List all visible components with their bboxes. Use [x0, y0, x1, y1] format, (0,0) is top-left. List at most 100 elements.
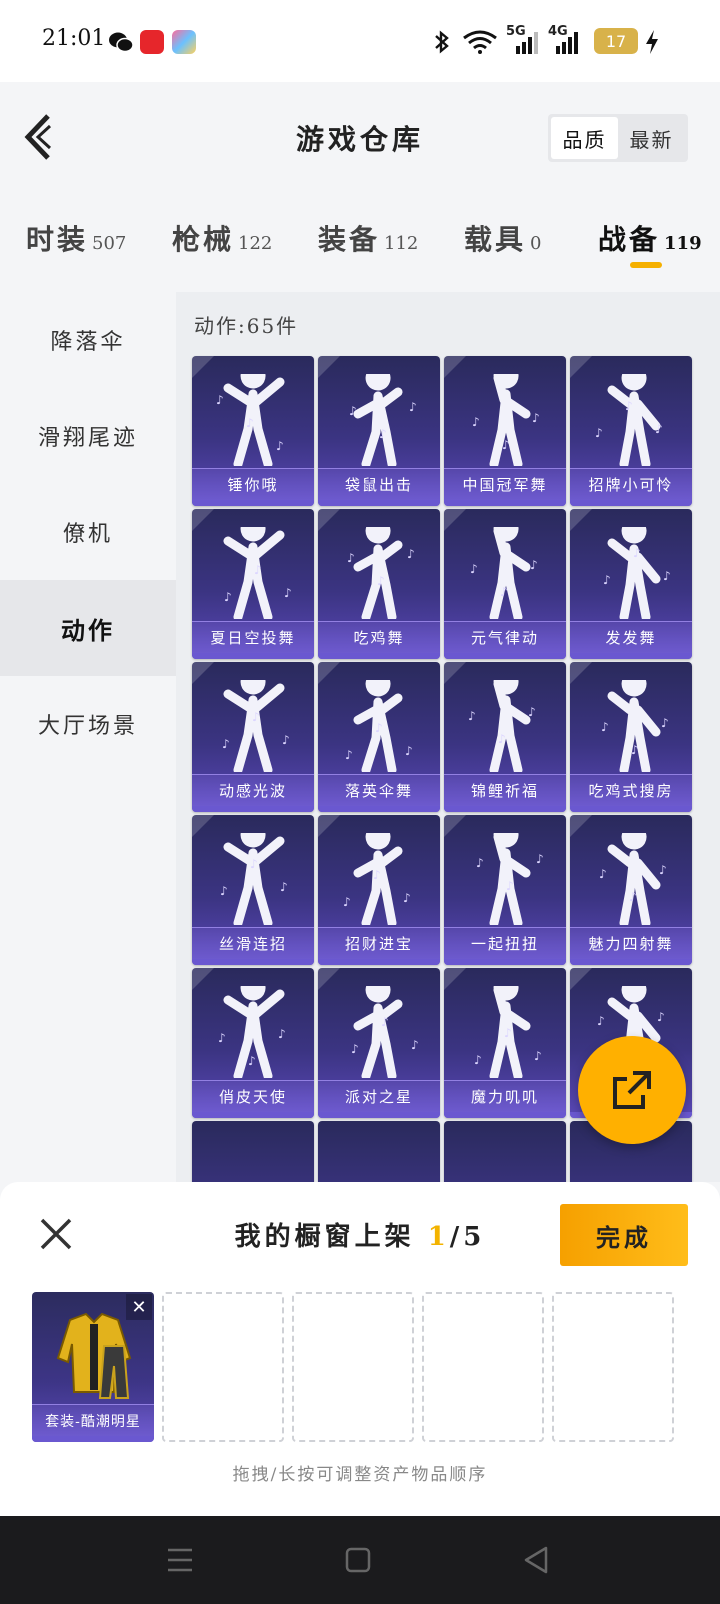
svg-text:♪: ♪ [470, 562, 478, 576]
svg-text:♪: ♪ [655, 422, 663, 436]
emote-name: 吃鸡式搜房 [570, 774, 692, 806]
battery-indicator: 17 [594, 28, 638, 54]
header: 游戏仓库 品质 最新 [0, 82, 720, 192]
emote-name: 魔力叽叽 [444, 1080, 566, 1112]
menu-icon[interactable] [162, 1542, 198, 1578]
svg-text:♪: ♪ [349, 404, 357, 418]
card-rarity-strip [318, 959, 440, 965]
home-icon[interactable] [340, 1542, 376, 1578]
emote-card[interactable] [192, 1121, 314, 1182]
emote-card[interactable] [318, 1121, 440, 1182]
status-time: 21:01 [42, 26, 106, 51]
sidebar-item-parachute[interactable]: 降落伞 [0, 292, 176, 388]
svg-text:♪: ♪ [502, 438, 510, 452]
emote-name: 落英伞舞 [318, 774, 440, 806]
svg-text:♪: ♪ [282, 733, 290, 747]
emote-card[interactable]: ♪ ♪ ♪ 丝滑连招 [192, 815, 314, 965]
tab-equipment[interactable]: 装备 112 [318, 218, 418, 258]
svg-text:♪: ♪ [504, 1026, 512, 1040]
svg-text:♪: ♪ [657, 1010, 665, 1024]
svg-text:♪: ♪ [373, 868, 381, 882]
emote-figure-icon: ♪ ♪ ♪ [474, 986, 542, 1078]
card-rarity-strip [192, 959, 314, 965]
showcase-slot-3[interactable] [292, 1292, 414, 1442]
reorder-hint: 拖拽/长按可调整资产物品顺序 [232, 1465, 488, 1485]
svg-text:♪: ♪ [409, 400, 417, 414]
remove-slot-button[interactable]: ✕ [126, 1294, 152, 1320]
sort-newest-button[interactable]: 最新 [618, 117, 685, 159]
category-tabs: 时装 507 枪械 122 装备 112 载具 0 战备 119 [0, 192, 720, 292]
showcase-slot-2[interactable] [162, 1292, 284, 1442]
showcase-slot-4[interactable] [422, 1292, 544, 1442]
emote-name: 中国冠军舞 [444, 468, 566, 500]
emote-card[interactable]: ♪ ♪ ♪ 派对之星 [318, 968, 440, 1118]
card-rarity-strip [192, 1112, 314, 1118]
emote-card[interactable]: ♪ ♪ ♪ 锤你哦 [192, 356, 314, 506]
tab-label: 战备 [598, 223, 661, 256]
svg-text:♪: ♪ [532, 411, 540, 425]
emote-figure-icon: ♪ ♪ ♪ [347, 527, 415, 619]
svg-text:♪: ♪ [250, 857, 258, 871]
card-rarity-strip [318, 500, 440, 506]
sidebar-item-emotes[interactable]: 动作 [0, 580, 176, 676]
svg-text:♪: ♪ [661, 716, 669, 730]
svg-text:♪: ♪ [220, 884, 228, 898]
tab-count: 112 [384, 233, 419, 254]
emote-figure-icon: ♪ ♪ ♪ [343, 833, 411, 925]
emote-card[interactable]: ♪ ♪ ♪ 魅力四射舞 [570, 815, 692, 965]
emote-card[interactable]: ♪ ♪ ♪ 吃鸡舞 [318, 509, 440, 659]
emote-card[interactable]: ♪ ♪ ♪ 落英伞舞 [318, 662, 440, 812]
sidebar-item-glide-trail[interactable]: 滑翔尾迹 [0, 388, 176, 484]
done-button[interactable]: 完成 [560, 1204, 688, 1266]
svg-text:♪: ♪ [248, 1054, 256, 1068]
emote-card[interactable]: ♪ ♪ ♪ 中国冠军舞 [444, 356, 566, 506]
tab-label: 载具 [464, 223, 527, 256]
share-button[interactable] [578, 1036, 686, 1144]
emote-card[interactable]: ♪ ♪ ♪ 吃鸡式搜房 [570, 662, 692, 812]
emote-card[interactable]: ♪ ♪ ♪ 招财进宝 [318, 815, 440, 965]
back-nav-icon[interactable] [518, 1542, 554, 1578]
svg-text:♪: ♪ [280, 880, 288, 894]
sort-toggle: 品质 最新 [548, 114, 688, 162]
sidebar-item-wingman[interactable]: 僚机 [0, 484, 176, 580]
emote-name: 一起扭扭 [444, 927, 566, 959]
tab-count: 0 [530, 233, 542, 254]
emote-card[interactable]: ♪ ♪ ♪ 一起扭扭 [444, 815, 566, 965]
emote-card[interactable]: ♪ ♪ ♪ 动感光波 [192, 662, 314, 812]
emote-card[interactable]: ♪ ♪ ♪ 锦鲤祈福 [444, 662, 566, 812]
emote-card[interactable]: ♪ ♪ ♪ 发发舞 [570, 509, 692, 659]
emote-card[interactable] [444, 1121, 566, 1182]
signal-4g-icon [556, 32, 578, 54]
svg-text:♪: ♪ [351, 1042, 359, 1056]
emote-figure-icon: ♪ ♪ ♪ [222, 680, 290, 772]
emote-figure-icon: ♪ ♪ ♪ [468, 680, 536, 772]
svg-text:♪: ♪ [222, 737, 230, 751]
svg-text:♪: ♪ [603, 573, 611, 587]
emote-figure-icon: ♪ ♪ ♪ [470, 527, 538, 619]
showcase-slot-1[interactable]: ✕ 套装-酷潮明星 [32, 1292, 154, 1442]
showcase-slot-5[interactable] [552, 1292, 674, 1442]
showcase-panel: 我的橱窗上架 1/5 完成 ✕ 套装-酷潮明星 拖拽/长按可调整资产物品顺序 [0, 1182, 720, 1516]
sidebar-item-lobby-scene[interactable]: 大厅场景 [0, 676, 176, 772]
emote-card[interactable]: ♪ ♪ ♪ 袋鼠出击 [318, 356, 440, 506]
signal-5g-icon [516, 32, 538, 54]
emote-card[interactable]: ♪ ♪ ♪ 俏皮天使 [192, 968, 314, 1118]
emote-card[interactable]: ♪ ♪ ♪ 招牌小可怜 [570, 356, 692, 506]
emote-card[interactable]: ♪ ♪ ♪ 夏日空投舞 [192, 509, 314, 659]
emote-card[interactable]: ♪ ♪ ♪ 魔力叽叽 [444, 968, 566, 1118]
svg-text:♪: ♪ [403, 891, 411, 905]
tab-battle-gear[interactable]: 战备 119 [598, 218, 702, 258]
emote-name: 吃鸡舞 [318, 621, 440, 653]
svg-text:♪: ♪ [472, 415, 480, 429]
emote-card[interactable]: ♪ ♪ ♪ 元气律动 [444, 509, 566, 659]
emote-name: 俏皮天使 [192, 1080, 314, 1112]
tab-fashion[interactable]: 时装 507 [26, 218, 126, 258]
sort-quality-button[interactable]: 品质 [551, 117, 618, 159]
emote-figure-icon: ♪ ♪ ♪ [476, 833, 544, 925]
svg-text:♪: ♪ [276, 439, 284, 453]
tab-count: 119 [664, 233, 702, 254]
svg-text:♪: ♪ [411, 1038, 419, 1052]
active-tab-indicator [630, 262, 662, 268]
tab-guns[interactable]: 枪械 122 [172, 218, 272, 258]
tab-vehicles[interactable]: 载具 0 [464, 218, 541, 258]
